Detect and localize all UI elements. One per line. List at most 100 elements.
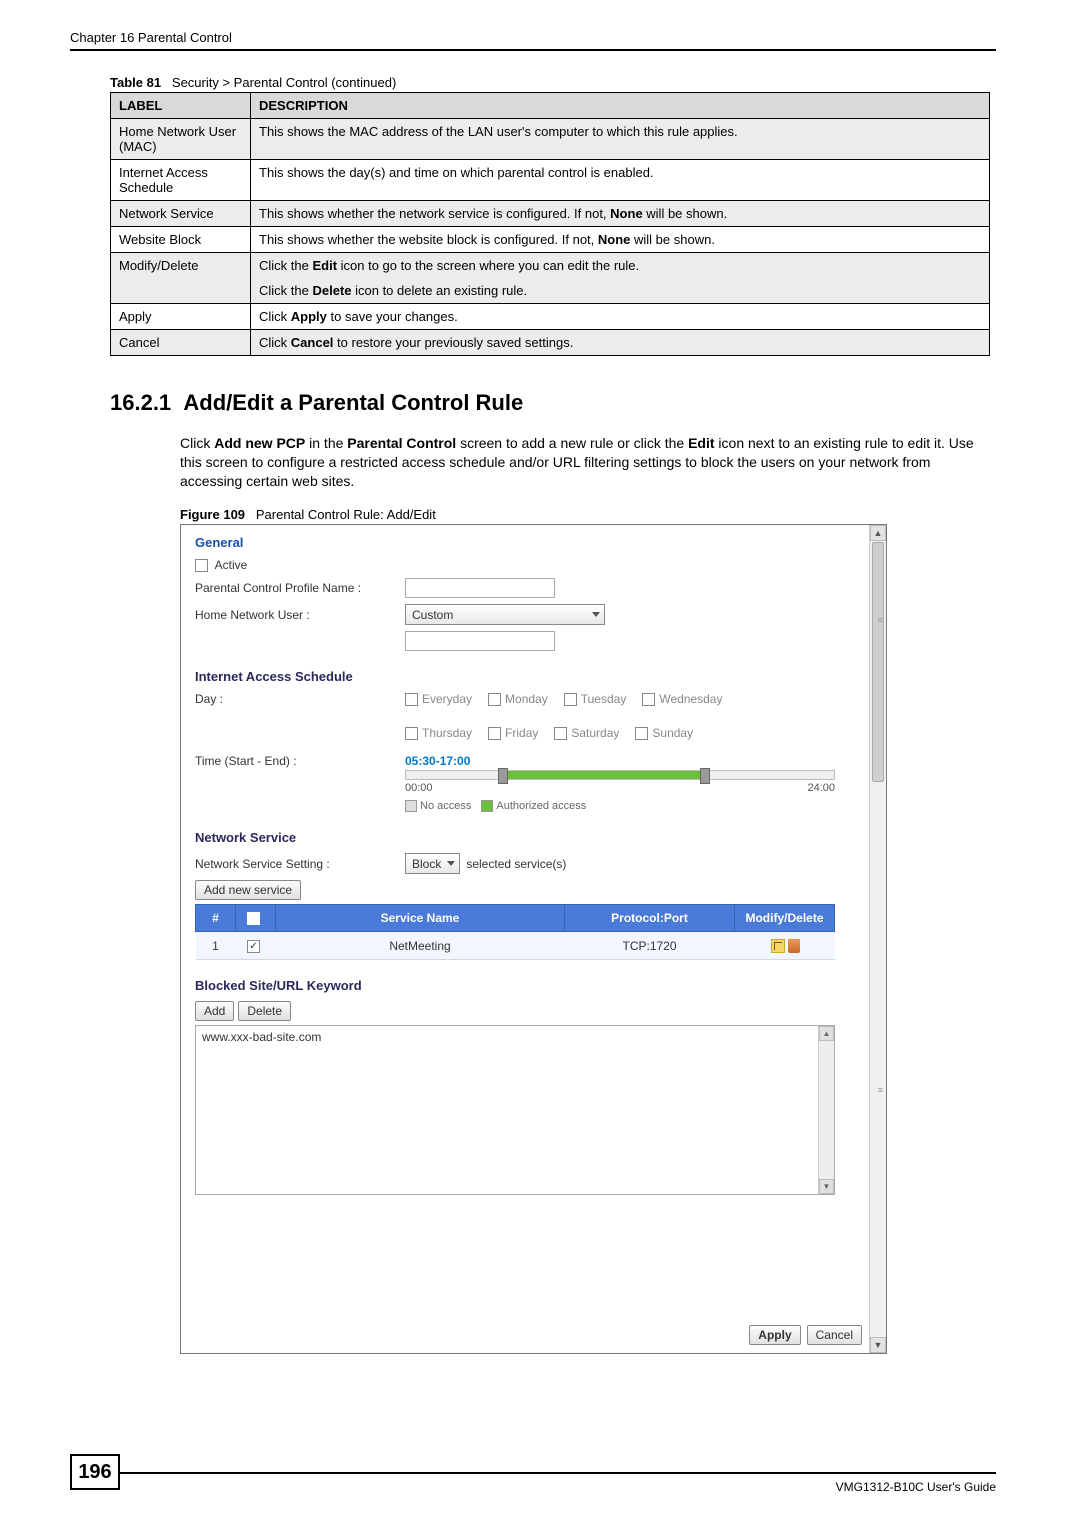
home-user-value: Custom xyxy=(412,608,453,622)
para-bold: Edit xyxy=(688,435,714,451)
profile-name-label: Parental Control Profile Name : xyxy=(195,581,405,595)
cell-protocol-port: TCP:1720 xyxy=(565,932,735,960)
blocked-site-entry[interactable]: www.xxx-bad-site.com xyxy=(202,1030,321,1044)
row-desc-bold: None xyxy=(598,232,631,247)
delete-icon[interactable] xyxy=(788,939,800,953)
row-desc: This shows the day(s) and time on which … xyxy=(251,160,990,201)
edit-icon[interactable] xyxy=(771,939,785,953)
row-desc: Click Cancel to restore your previously … xyxy=(251,330,990,356)
row-desc-pre: This shows whether the network service i… xyxy=(259,206,610,221)
row-desc-pre: This shows whether the website block is … xyxy=(259,232,598,247)
vertical-scrollbar[interactable]: ▲ ▼ xyxy=(869,525,886,1353)
day-thursday-checkbox[interactable] xyxy=(405,727,418,740)
netservice-setting-label: Network Service Setting : xyxy=(195,857,405,871)
time-label: Time (Start - End) : xyxy=(195,754,405,768)
row-desc-post: will be shown. xyxy=(643,206,728,221)
blocked-site-listbox[interactable]: www.xxx-bad-site.com ▲ ▼ xyxy=(195,1025,835,1195)
scroll-tick-icon: ≡ xyxy=(878,1085,883,1095)
row-desc-post: to save your changes. xyxy=(327,309,458,324)
cell-service-name: NetMeeting xyxy=(276,932,565,960)
day-monday-checkbox[interactable] xyxy=(488,693,501,706)
th-description: DESCRIPTION xyxy=(251,93,990,119)
scroll-down-arrow-icon[interactable]: ▼ xyxy=(819,1179,834,1194)
row-desc-post: icon to delete an existing rule. xyxy=(352,283,528,298)
slider-handle-start[interactable] xyxy=(498,768,508,784)
row-desc-bold: Edit xyxy=(312,258,337,273)
para-text: screen to add a new rule or click the xyxy=(456,435,688,451)
row-checkbox[interactable] xyxy=(247,940,260,953)
day-saturday-label: Saturday xyxy=(571,726,619,740)
add-new-service-button[interactable]: Add new service xyxy=(195,880,301,900)
table-row: 1 NetMeeting TCP:1720 xyxy=(196,932,835,960)
subsection-paragraph: Click Add new PCP in the Parental Contro… xyxy=(180,434,976,491)
row-label: Internet Access Schedule xyxy=(111,160,251,201)
row-desc-pre: Click the xyxy=(259,258,312,273)
row-desc: This shows the MAC address of the LAN us… xyxy=(251,119,990,160)
page-number: 196 xyxy=(70,1454,120,1490)
day-tuesday-checkbox[interactable] xyxy=(564,693,577,706)
slider-fill xyxy=(504,771,704,779)
row-label: Network Service xyxy=(111,201,251,227)
scale-start: 00:00 xyxy=(405,782,433,794)
row-label: Home Network User (MAC) xyxy=(111,119,251,160)
para-text: in the xyxy=(305,435,347,451)
scroll-up-arrow-icon[interactable]: ▲ xyxy=(870,525,886,541)
scroll-down-arrow-icon[interactable]: ▼ xyxy=(870,1337,886,1353)
section-blocked-heading: Blocked Site/URL Keyword xyxy=(195,978,862,993)
th-modify-delete: Modify/Delete xyxy=(735,905,835,932)
scroll-track[interactable] xyxy=(870,542,886,1336)
section-netservice-heading: Network Service xyxy=(195,830,862,845)
home-user-input[interactable] xyxy=(405,631,555,651)
day-saturday-checkbox[interactable] xyxy=(554,727,567,740)
listbox-scrollbar[interactable]: ▲ ▼ xyxy=(818,1026,834,1194)
table-81: LABEL DESCRIPTION Home Network User (MAC… xyxy=(110,92,990,356)
service-table: # Service Name Protocol:Port Modify/Dele… xyxy=(195,904,835,960)
day-friday-checkbox[interactable] xyxy=(488,727,501,740)
th-checkbox xyxy=(236,905,276,932)
row-label: Apply xyxy=(111,304,251,330)
table-caption-text: Security > Parental Control (continued) xyxy=(172,75,396,90)
row-desc-bold: None xyxy=(610,206,643,221)
swatch-noaccess-icon xyxy=(405,800,417,812)
time-value: 05:30-17:00 xyxy=(405,754,862,768)
th-num: # xyxy=(196,905,236,932)
row-desc-post: will be shown. xyxy=(630,232,715,247)
figure-screenshot: ▲ ▼ ≡ ≡ General Active Parental Control … xyxy=(180,524,887,1354)
row-desc-pre: Click xyxy=(259,309,291,324)
row-desc-pre: Click xyxy=(259,335,291,350)
scroll-up-arrow-icon[interactable]: ▲ xyxy=(819,1026,834,1041)
active-label: Active xyxy=(215,558,248,572)
apply-button[interactable]: Apply xyxy=(749,1325,800,1345)
row-label: Cancel xyxy=(111,330,251,356)
day-label: Day : xyxy=(195,692,405,706)
select-all-checkbox[interactable] xyxy=(247,912,260,925)
profile-name-input[interactable] xyxy=(405,578,555,598)
row-label: Website Block xyxy=(111,227,251,253)
slider-handle-end[interactable] xyxy=(700,768,710,784)
time-slider[interactable] xyxy=(405,770,835,780)
row-desc-bold: Delete xyxy=(312,283,351,298)
day-sunday-checkbox[interactable] xyxy=(635,727,648,740)
row-desc: This shows whether the website block is … xyxy=(251,227,990,253)
table-caption: Table 81 Security > Parental Control (co… xyxy=(110,75,996,90)
scroll-thumb[interactable] xyxy=(872,542,884,782)
netservice-setting-suffix: selected service(s) xyxy=(466,857,566,871)
netservice-setting-value: Block xyxy=(412,857,441,871)
day-everyday-checkbox[interactable] xyxy=(405,693,418,706)
figure-caption: Figure 109 Parental Control Rule: Add/Ed… xyxy=(180,507,996,522)
row-desc: This shows whether the network service i… xyxy=(251,201,990,227)
delete-button[interactable]: Delete xyxy=(238,1001,291,1021)
day-wednesday-checkbox[interactable] xyxy=(642,693,655,706)
guide-name: VMG1312-B10C User's Guide xyxy=(836,1480,996,1494)
row-desc-bold: Cancel xyxy=(291,335,334,350)
add-button[interactable]: Add xyxy=(195,1001,234,1021)
netservice-setting-dropdown[interactable]: Block xyxy=(405,853,460,874)
home-user-dropdown[interactable]: Custom xyxy=(405,604,605,625)
day-friday-label: Friday xyxy=(505,726,538,740)
section-schedule-heading: Internet Access Schedule xyxy=(195,669,862,684)
para-bold: Add new PCP xyxy=(214,435,305,451)
cancel-button[interactable]: Cancel xyxy=(807,1325,862,1345)
figure-caption-prefix: Figure 109 xyxy=(180,507,245,522)
para-text: Click xyxy=(180,435,214,451)
active-checkbox[interactable] xyxy=(195,559,208,572)
